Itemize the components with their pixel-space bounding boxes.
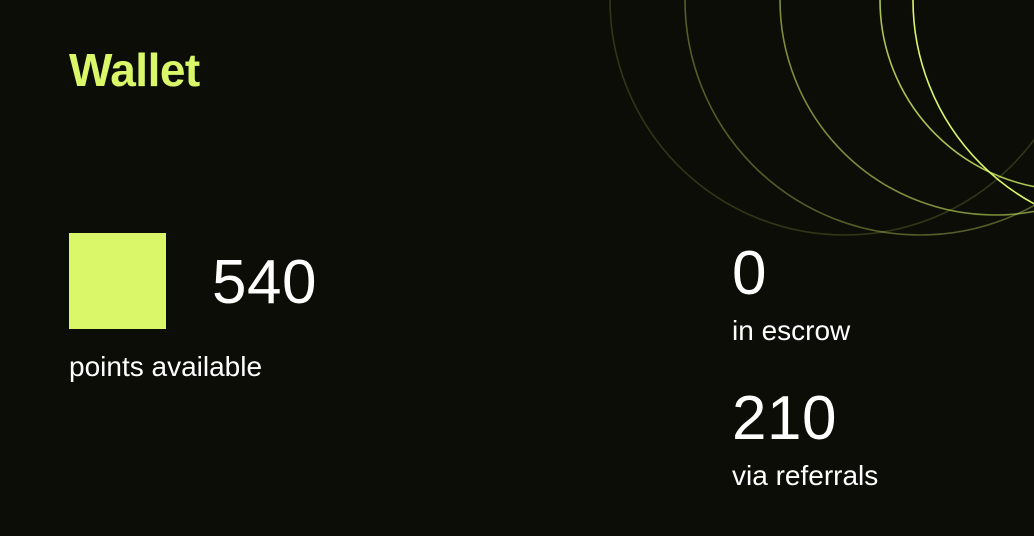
referrals-label: via referrals — [732, 460, 879, 491]
arc-1 — [609, 0, 1034, 236]
escrow-label: in escrow — [732, 315, 851, 346]
arc-4 — [879, 0, 1034, 188]
arc-3 — [779, 0, 1034, 216]
accent-swatch — [69, 233, 166, 329]
arc-5 — [912, 0, 1034, 205]
points-available-label: points available — [69, 351, 263, 382]
escrow-value: 0 — [732, 239, 767, 308]
referrals-value: 210 — [732, 384, 837, 453]
wallet-title: Wallet — [69, 44, 200, 96]
points-available-value: 540 — [212, 248, 317, 317]
arc-2 — [684, 0, 1034, 236]
